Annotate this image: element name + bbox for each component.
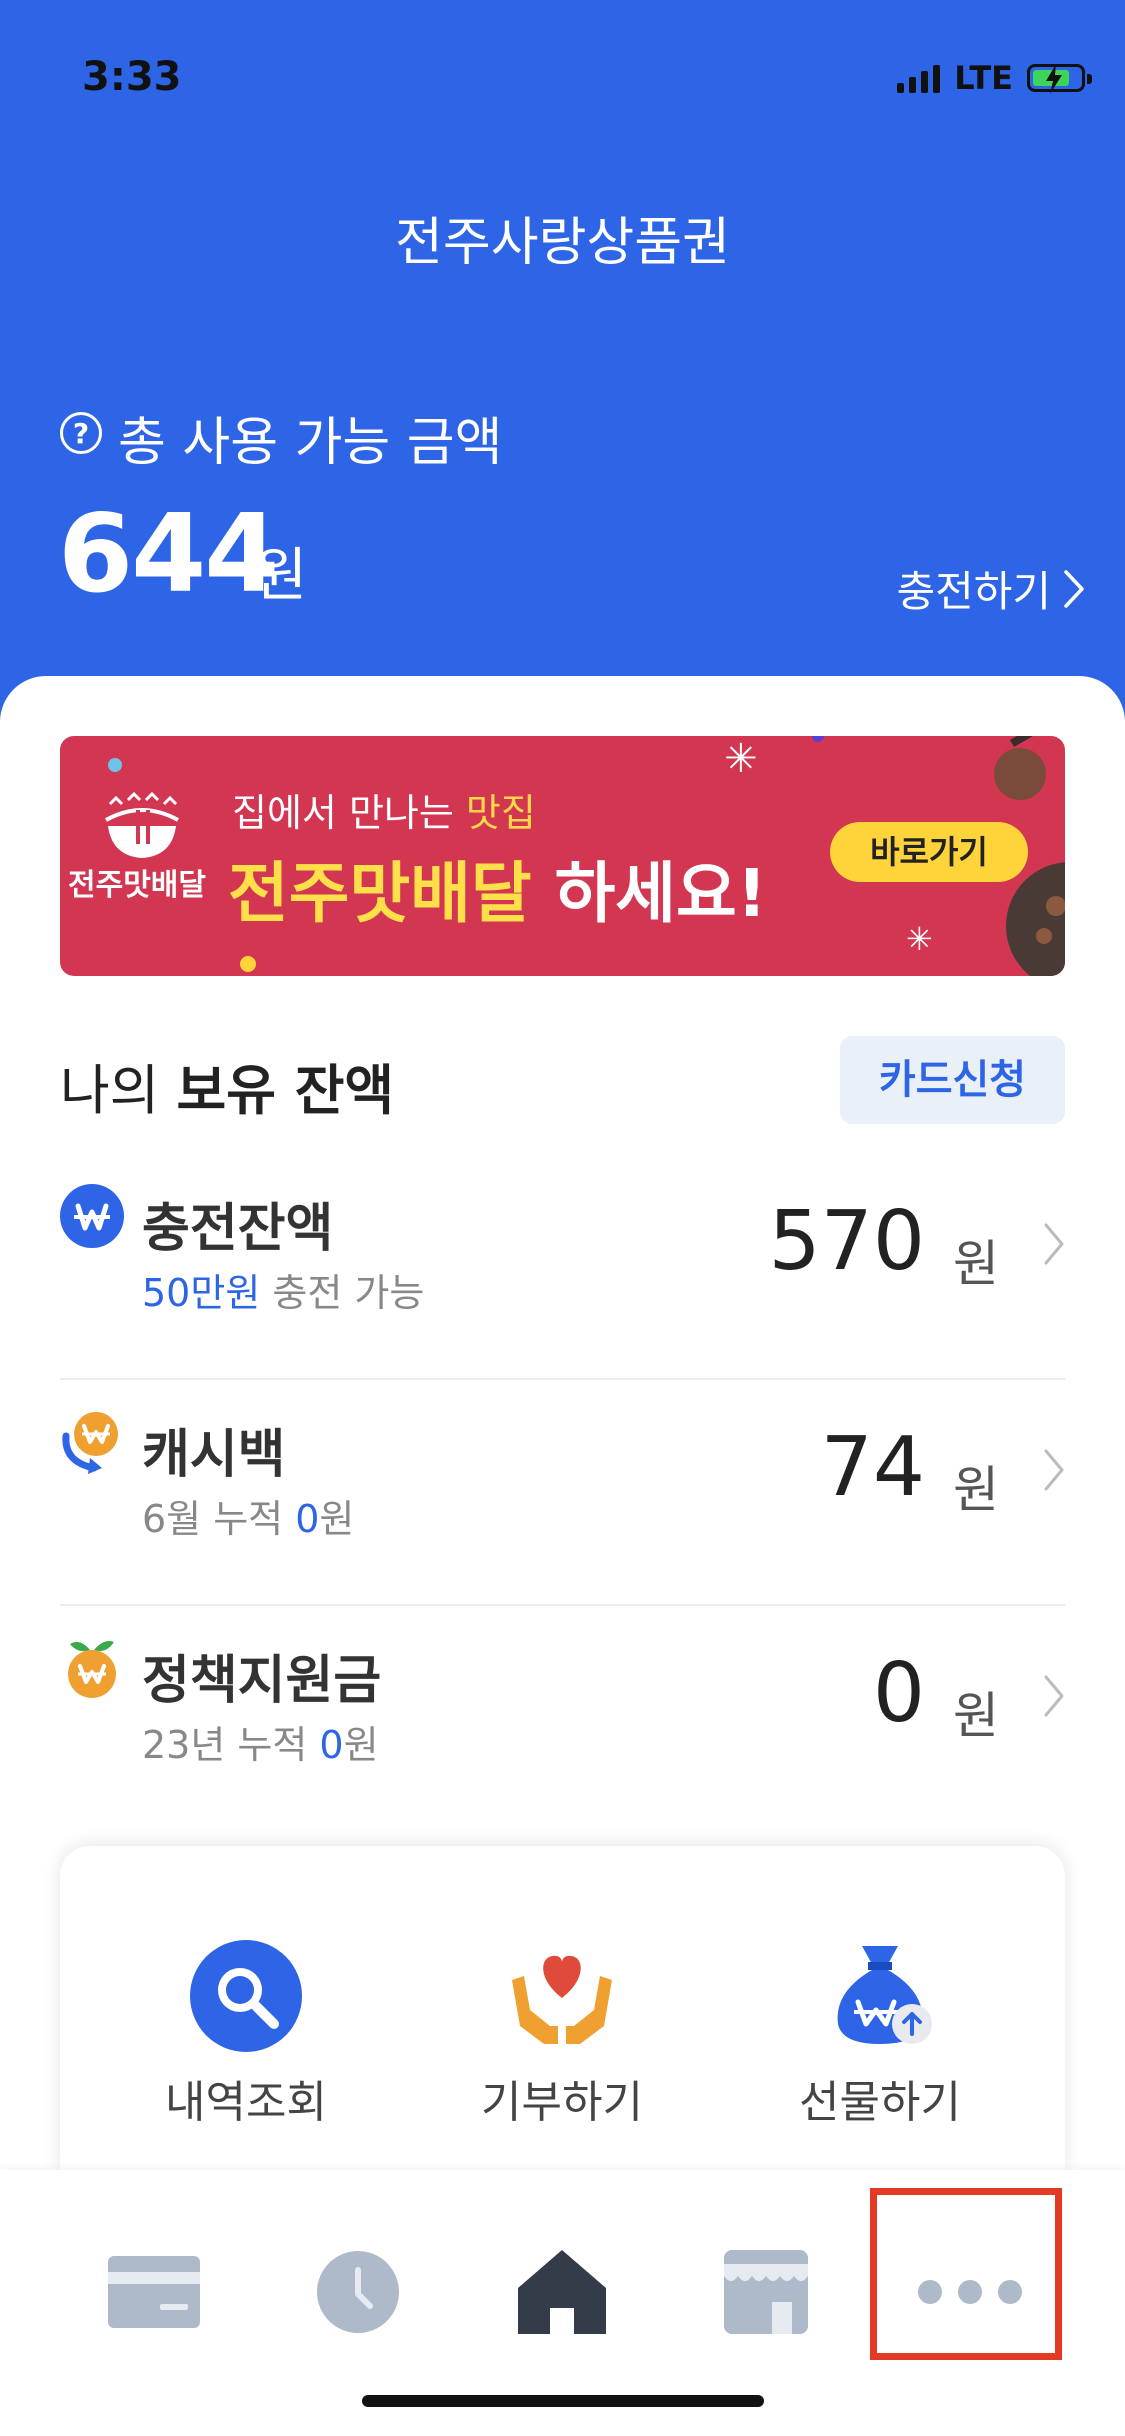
balance-sub-value: 0 — [295, 1497, 320, 1541]
banner-subtitle-prefix: 집에서 만나는 — [232, 791, 466, 835]
card-apply-button[interactable]: 카드신청 — [840, 1036, 1065, 1124]
card-icon — [108, 2256, 200, 2328]
banner-logo-text: 전주맛배달 — [68, 868, 206, 903]
total-balance-unit: 원 — [254, 541, 308, 609]
tab-store[interactable] — [696, 2222, 836, 2362]
battery-icon — [1027, 64, 1092, 94]
quick-action-label: 내역조회 — [165, 2077, 327, 2128]
home-icon — [518, 2250, 606, 2334]
signal-icon — [897, 63, 941, 93]
balance-amount: 0 — [872, 1646, 925, 1741]
won-coin-blue-icon — [60, 1184, 124, 1248]
status-time: 3:33 — [82, 54, 182, 100]
network-type: LTE — [954, 59, 1013, 97]
balance-sub-suffix: 충전 가능 — [260, 1271, 425, 1315]
balance-sub: 50만원 충전 가능 — [142, 1262, 424, 1317]
balance-row-policy-support[interactable]: 정책지원금 23년 누적 0원 0 원 — [60, 1606, 1065, 1830]
header: 3:33 LTE 전주사랑상품권 ? 총 사용 가능 금액 644 원 충전하기 — [0, 0, 1125, 720]
balance-name: 정책지원금 — [142, 1651, 382, 1711]
total-balance-amount: 644 — [58, 492, 279, 617]
banner-headline-highlight: 전주맛배달 — [228, 855, 532, 932]
gift-money-bag-icon — [837, 1946, 932, 2044]
quick-actions-card: 내역조회 기부하기 선물하기 — [60, 1846, 1065, 2176]
help-icon[interactable]: ? — [60, 412, 102, 454]
status-bar-right: LTE — [897, 58, 1092, 98]
chevron-right-icon — [1044, 1223, 1064, 1265]
store-icon — [724, 2250, 808, 2334]
balance-sub-prefix: 6월 누적 — [142, 1497, 296, 1541]
balance-row-cashback[interactable]: 캐시백 6월 누적 0원 74 원 — [60, 1380, 1065, 1606]
bowl-logo-icon — [105, 791, 179, 858]
banner-headline-suffix: 하세요! — [531, 855, 767, 932]
balance-unit: 원 — [953, 1461, 999, 1519]
banner-headline: 전주맛배달 하세요! — [228, 840, 767, 936]
banner-subtitle-highlight: 맛집 — [465, 791, 536, 835]
balance-unit: 원 — [953, 1687, 999, 1745]
balance-row-charge[interactable]: 충전잔액 50만원 충전 가능 570 원 — [60, 1154, 1065, 1380]
balance-sub-highlight: 50만원 — [142, 1271, 261, 1315]
quick-action-history[interactable]: 내역조회 — [146, 1940, 346, 2130]
chevron-right-icon — [1064, 569, 1084, 608]
balance-amount: 570 — [768, 1194, 925, 1289]
tab-home[interactable] — [492, 2222, 632, 2362]
section-title-bold: 보유 잔액 — [176, 1059, 395, 1122]
section-title-normal: 나의 — [60, 1059, 177, 1122]
cashback-coin-icon — [62, 1412, 118, 1474]
quick-action-gift[interactable]: 선물하기 — [780, 1940, 980, 2130]
quick-action-label: 선물하기 — [799, 2077, 961, 2128]
balance-section-title: 나의 보유 잔액 — [60, 1046, 394, 1125]
search-icon — [190, 1940, 302, 2052]
balance-sub-value: 0 — [319, 1723, 344, 1767]
charge-link-label: 충전하기 — [896, 567, 1051, 616]
donate-heart-hands-icon — [512, 1955, 612, 2044]
food-illustration — [994, 736, 1065, 976]
tab-history[interactable] — [288, 2222, 428, 2362]
annotation-highlight-box — [870, 2188, 1062, 2360]
balance-sub-prefix: 23년 누적 — [142, 1723, 320, 1767]
balance-name: 충전잔액 — [142, 1199, 334, 1259]
home-indicator — [362, 2395, 764, 2407]
tab-card[interactable] — [84, 2222, 224, 2362]
chevron-right-icon — [1044, 1449, 1064, 1491]
balance-unit: 원 — [953, 1235, 999, 1293]
balance-sub: 6월 누적 0원 — [142, 1488, 354, 1543]
sprout-coin-icon — [68, 1641, 116, 1698]
clock-icon — [317, 2251, 399, 2333]
balance-amount: 74 — [820, 1420, 925, 1515]
balance-sub-suffix: 원 — [319, 1497, 355, 1541]
balance-name: 캐시백 — [142, 1425, 286, 1485]
quick-action-label: 기부하기 — [481, 2077, 643, 2128]
banner-subtitle: 집에서 만나는 맛집 — [232, 782, 536, 837]
promo-banner[interactable]: ✳ ✳ 전주맛배달 집에서 만나는 맛집 전주맛배달 하세요! 바로가기 — [60, 736, 1065, 976]
total-balance-label: 총 사용 가능 금액 — [118, 413, 503, 473]
charge-link[interactable]: 충전하기 — [896, 558, 1085, 619]
balance-sub-suffix: 원 — [343, 1723, 379, 1767]
balance-sub: 23년 누적 0원 — [142, 1714, 379, 1769]
quick-action-donate[interactable]: 기부하기 — [462, 1940, 662, 2130]
app-title: 전주사랑상품권 — [395, 213, 730, 273]
chevron-right-icon — [1044, 1675, 1064, 1717]
